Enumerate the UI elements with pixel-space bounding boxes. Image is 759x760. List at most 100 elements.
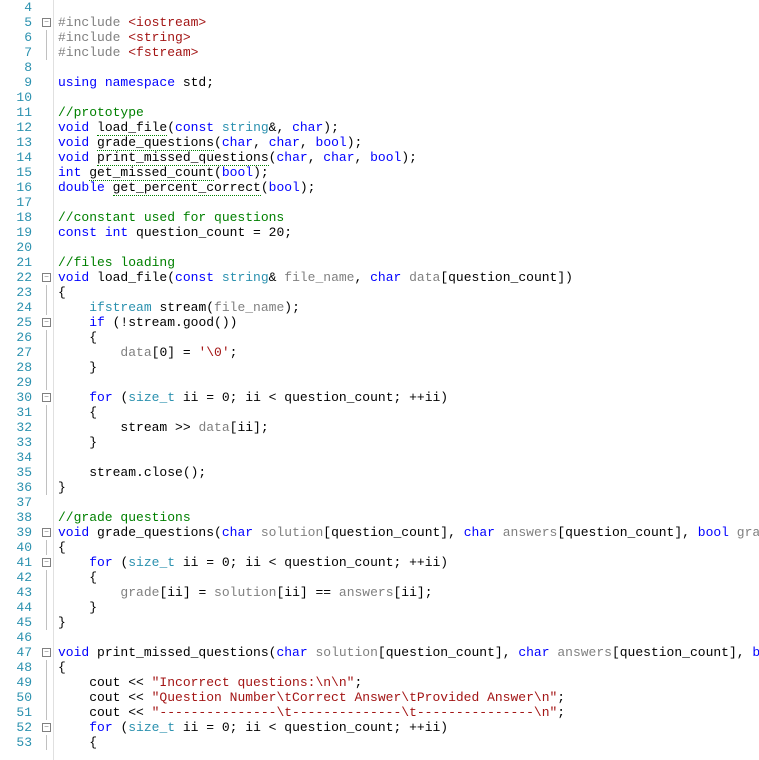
fold-indicator (40, 585, 53, 600)
code-line[interactable]: { (58, 570, 759, 585)
code-line[interactable]: } (58, 615, 759, 630)
token-ident: [ii] == (276, 585, 338, 600)
code-line[interactable]: using namespace std; (58, 75, 759, 90)
fold-line-icon (46, 45, 47, 60)
code-line[interactable]: grade[ii] = solution[ii] == answers[ii]; (58, 585, 759, 600)
code-line[interactable]: } (58, 360, 759, 375)
fold-toggle-icon[interactable]: − (42, 648, 51, 657)
code-line[interactable]: if (!stream.good()) (58, 315, 759, 330)
fold-toggle-icon[interactable]: − (42, 723, 51, 732)
code-line[interactable]: cout << "Question Number\tCorrect Answer… (58, 690, 759, 705)
code-line[interactable]: int get_missed_count(bool); (58, 165, 759, 180)
fold-indicator (40, 675, 53, 690)
code-line[interactable]: void load_file(const string&, char); (58, 120, 759, 135)
code-line[interactable]: #include <string> (58, 30, 759, 45)
fold-indicator[interactable]: − (40, 555, 53, 570)
code-line[interactable]: stream.close(); (58, 465, 759, 480)
token-ident: & (269, 270, 285, 285)
code-line[interactable]: { (58, 735, 759, 750)
fold-indicator[interactable]: − (40, 720, 53, 735)
code-line[interactable]: double get_percent_correct(bool); (58, 180, 759, 195)
code-editor-area[interactable]: #include <iostream>#include <string>#inc… (54, 0, 759, 760)
code-line[interactable]: //files loading (58, 255, 759, 270)
line-number: 33 (0, 435, 32, 450)
fold-toggle-icon[interactable]: − (42, 273, 51, 282)
code-line[interactable]: } (58, 435, 759, 450)
fold-indicator[interactable]: − (40, 15, 53, 30)
code-line[interactable]: void grade_questions(char, char, bool); (58, 135, 759, 150)
line-number: 53 (0, 735, 32, 750)
code-line[interactable]: { (58, 405, 759, 420)
code-line[interactable] (58, 90, 759, 105)
code-line[interactable]: { (58, 330, 759, 345)
token-ident: , (300, 135, 316, 150)
fold-indicator[interactable]: − (40, 525, 53, 540)
fold-toggle-icon[interactable]: − (42, 318, 51, 327)
code-line[interactable]: //constant used for questions (58, 210, 759, 225)
code-line[interactable]: stream >> data[ii]; (58, 420, 759, 435)
code-line[interactable]: #include <iostream> (58, 15, 759, 30)
token-kw: if (89, 315, 112, 330)
token-inc: <fstream> (128, 45, 198, 60)
code-line[interactable]: void print_missed_questions(char solutio… (58, 645, 759, 660)
line-number: 19 (0, 225, 32, 240)
code-line[interactable]: //prototype (58, 105, 759, 120)
token-kw: char (323, 150, 354, 165)
code-line[interactable]: for (size_t ii = 0; ii < question_count;… (58, 390, 759, 405)
fold-indicator[interactable]: − (40, 390, 53, 405)
token-ident: ); (284, 300, 300, 315)
code-line[interactable]: ifstream stream(file_name); (58, 300, 759, 315)
fold-toggle-icon[interactable]: − (42, 393, 51, 402)
code-line[interactable]: data[0] = '\0'; (58, 345, 759, 360)
fold-toggle-icon[interactable]: − (42, 18, 51, 27)
token-ident: grade_questions( (97, 525, 222, 540)
token-kw: int (58, 165, 89, 180)
fold-indicator (40, 570, 53, 585)
token-kw: char (269, 135, 300, 150)
fold-indicator[interactable]: − (40, 645, 53, 660)
line-number: 50 (0, 690, 32, 705)
line-number: 24 (0, 300, 32, 315)
code-line[interactable] (58, 60, 759, 75)
code-line[interactable]: } (58, 480, 759, 495)
fold-indicator[interactable]: − (40, 315, 53, 330)
code-line[interactable]: //grade questions (58, 510, 759, 525)
code-line[interactable] (58, 195, 759, 210)
fold-indicator (40, 660, 53, 675)
token-ident: [ii]; (230, 420, 269, 435)
token-ident: { (58, 540, 66, 555)
code-line[interactable]: cout << "Incorrect questions:\n\n"; (58, 675, 759, 690)
token-str: "---------------\t--------------\t------… (152, 705, 558, 720)
fold-toggle-icon[interactable]: − (42, 528, 51, 537)
code-line[interactable]: } (58, 600, 759, 615)
token-func: load_file (97, 120, 167, 136)
token-ident: ; (557, 690, 565, 705)
code-line[interactable]: const int question_count = 20; (58, 225, 759, 240)
code-line[interactable]: for (size_t ii = 0; ii < question_count;… (58, 555, 759, 570)
line-number: 52 (0, 720, 32, 735)
code-line[interactable] (58, 0, 759, 15)
fold-indicator (40, 330, 53, 345)
code-line[interactable]: void print_missed_questions(char, char, … (58, 150, 759, 165)
code-line[interactable] (58, 375, 759, 390)
code-line[interactable] (58, 630, 759, 645)
code-line[interactable] (58, 240, 759, 255)
code-line[interactable]: void grade_questions(char solution[quest… (58, 525, 759, 540)
code-line[interactable]: { (58, 285, 759, 300)
fold-toggle-icon[interactable]: − (42, 558, 51, 567)
code-line[interactable]: #include <fstream> (58, 45, 759, 60)
code-line[interactable]: for (size_t ii = 0; ii < question_count;… (58, 720, 759, 735)
code-line[interactable]: void load_file(const string& file_name, … (58, 270, 759, 285)
token-str: "Question Number\tCorrect Answer\tProvid… (152, 690, 558, 705)
fold-indicator[interactable]: − (40, 270, 53, 285)
token-ident: question_count = 20; (136, 225, 292, 240)
code-line[interactable] (58, 495, 759, 510)
code-line[interactable]: { (58, 540, 759, 555)
token-ident: stream >> (58, 420, 198, 435)
fold-indicator (40, 735, 53, 750)
token-ident: ii = 0; ii < question_count; ++ii) (183, 390, 448, 405)
code-line[interactable] (58, 450, 759, 465)
line-number: 28 (0, 360, 32, 375)
code-line[interactable]: { (58, 660, 759, 675)
code-line[interactable]: cout << "---------------\t--------------… (58, 705, 759, 720)
